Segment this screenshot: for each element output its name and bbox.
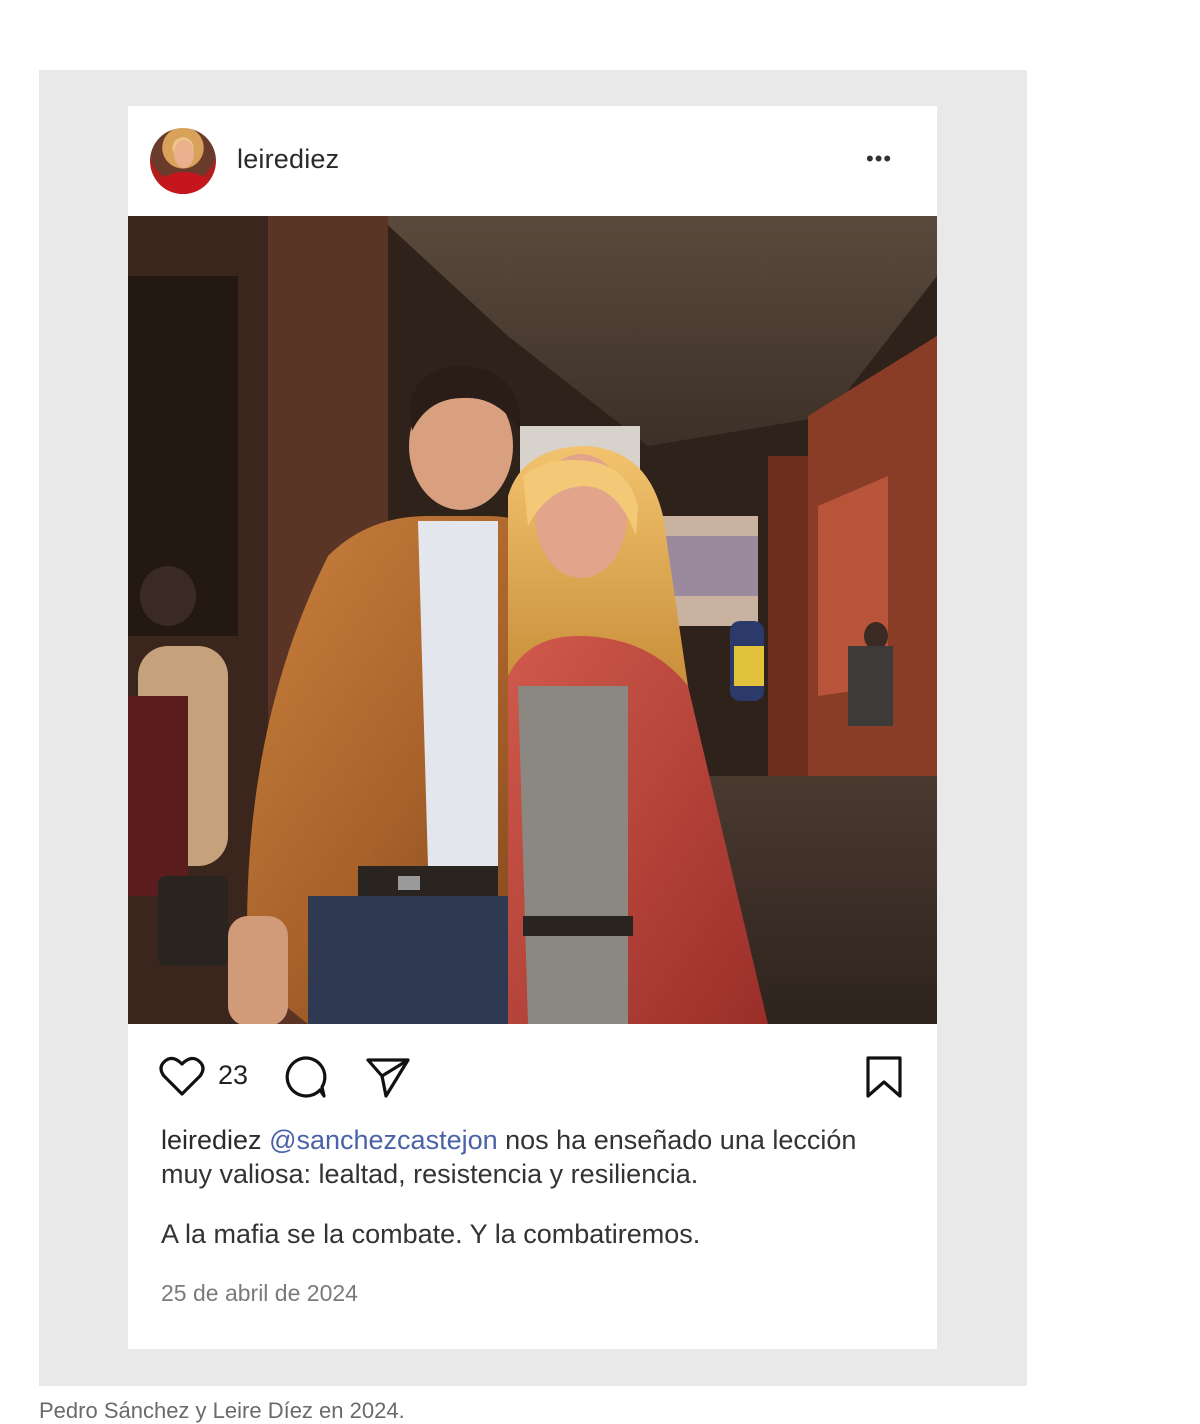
instagram-post: leirediez ••• 23 leirediez @sanchezcaste… <box>128 106 937 1349</box>
likes-count[interactable]: 23 <box>218 1060 248 1091</box>
post-username[interactable]: leirediez <box>237 144 339 175</box>
send-icon[interactable] <box>364 1054 412 1105</box>
caption-text-2: A la mafia se la combate. Y la combatire… <box>161 1219 701 1249</box>
post-photo[interactable]: baietz <box>128 216 937 1024</box>
comment-icon[interactable] <box>282 1054 328 1105</box>
caption-text: nos ha enseñado una lección muy valiosa:… <box>161 1125 857 1189</box>
post-header: leirediez ••• <box>128 106 937 216</box>
post-actions: 23 <box>128 1036 937 1106</box>
bookmark-icon[interactable] <box>864 1054 904 1105</box>
more-options-icon[interactable]: ••• <box>866 146 892 172</box>
post-photo-illustration: baietz <box>128 216 937 1024</box>
avatar-shirt <box>158 172 210 194</box>
avatar[interactable] <box>150 128 216 194</box>
heart-icon[interactable] <box>158 1054 206 1103</box>
post-date: 25 de abril de 2024 <box>161 1280 358 1306</box>
caption-mention[interactable]: @sanchezcastejon <box>269 1125 498 1155</box>
post-caption: leirediez @sanchezcastejon nos ha enseña… <box>161 1123 901 1191</box>
figure-caption: Pedro Sánchez y Leire Díez en 2024. <box>39 1398 405 1423</box>
caption-username[interactable]: leirediez <box>161 1125 262 1155</box>
avatar-face <box>174 140 194 168</box>
